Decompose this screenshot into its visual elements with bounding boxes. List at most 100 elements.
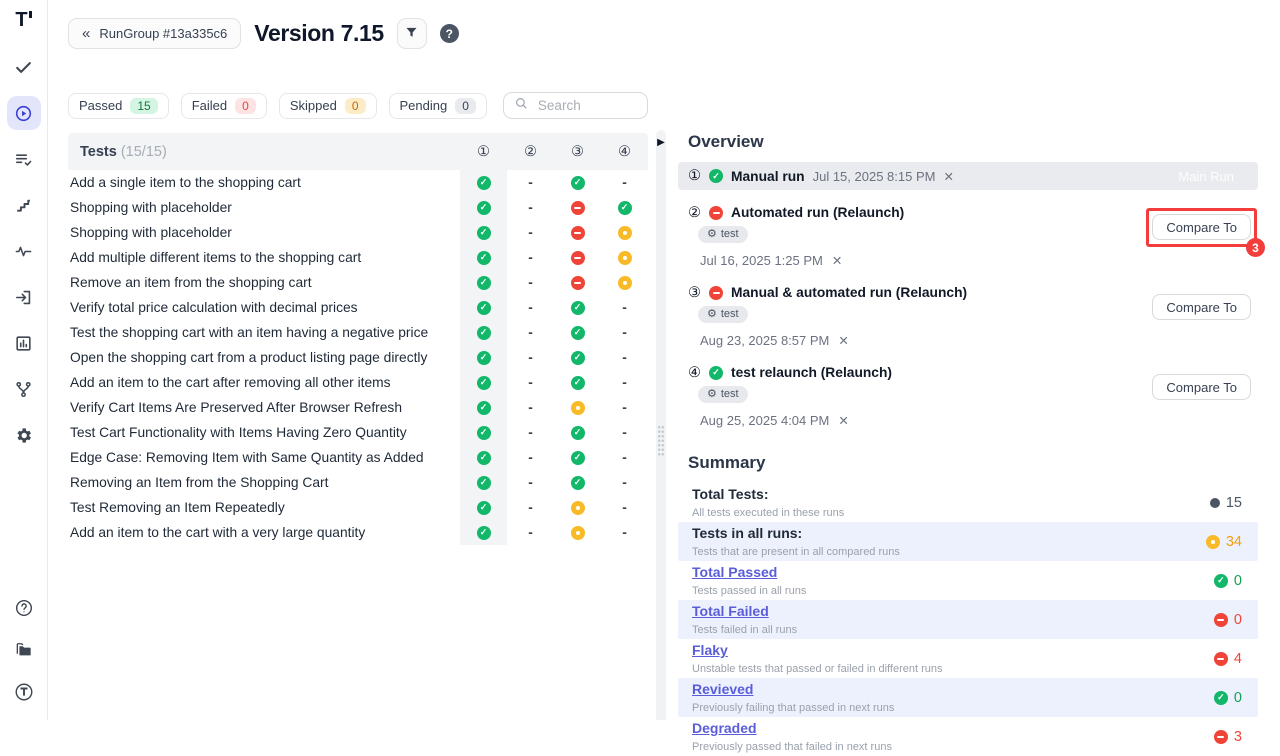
back-button[interactable]: « RunGroup #13a335c6: [68, 18, 241, 49]
status-none-dash: -: [528, 325, 533, 340]
status-cell: ✓: [554, 420, 601, 445]
sidebar-nav: [7, 50, 41, 452]
table-row[interactable]: Removing an Item from the Shopping Cart✓…: [68, 470, 648, 495]
filter-chip-skipped[interactable]: Skipped0: [279, 93, 377, 119]
sidebar-item-analytics[interactable]: [7, 326, 41, 360]
collapse-arrow-icon[interactable]: ▶: [657, 138, 665, 148]
status-failed-icon: [571, 251, 585, 265]
status-failed-icon: [571, 201, 585, 215]
table-row[interactable]: Shopping with placeholder✓-✓: [68, 195, 648, 220]
table-row[interactable]: Add an item to the cart after removing a…: [68, 370, 648, 395]
table-row[interactable]: Add an item to the cart with a very larg…: [68, 520, 648, 545]
table-row[interactable]: Add multiple different items to the shop…: [68, 245, 648, 270]
summary-label-degraded[interactable]: Degraded: [692, 720, 757, 736]
test-name: Add a single item to the shopping cart: [68, 170, 460, 195]
summary-desc: Tests failed in all runs: [692, 624, 1214, 636]
tests-counter: (15/15): [121, 144, 167, 160]
run-tag-chip: ⚙test: [698, 386, 748, 403]
search-input[interactable]: [536, 97, 637, 114]
remove-run-icon[interactable]: ✕: [838, 413, 848, 428]
status-passed-icon: ✓: [477, 476, 491, 490]
summary-row-total-passed: Total PassedTests passed in all runs✓0: [678, 561, 1258, 600]
app-logo[interactable]: T: [15, 10, 31, 30]
filter-chip-passed[interactable]: Passed15: [68, 93, 169, 119]
table-row[interactable]: Test the shopping cart with an item havi…: [68, 320, 648, 345]
status-cell: ✓: [460, 295, 507, 320]
table-row[interactable]: Verify Cart Items Are Preserved After Br…: [68, 395, 648, 420]
compare-to-button[interactable]: Compare To: [1152, 214, 1251, 240]
status-none-dash: -: [622, 375, 627, 390]
panel-divider[interactable]: ▶: [656, 130, 666, 720]
annotation-step-badge: 3: [1246, 238, 1265, 257]
compare-to-button[interactable]: Compare To: [1152, 374, 1251, 400]
pulse-icon: [14, 242, 33, 261]
status-cell: ✓: [460, 170, 507, 195]
summary-label-total-passed[interactable]: Total Passed: [692, 564, 777, 580]
brand-icon: [14, 682, 34, 702]
table-row[interactable]: Add a single item to the shopping cart✓-…: [68, 170, 648, 195]
sidebar-item-branches[interactable]: [7, 372, 41, 406]
gear-icon: ⚙: [707, 309, 717, 320]
run-item-1[interactable]: ①✓Manual runJul 15, 2025 8:15 PM✕Main Ru…: [678, 162, 1258, 190]
sidebar-item-report-list[interactable]: [7, 142, 41, 176]
summary-label-total-failed[interactable]: Total Failed: [692, 603, 769, 619]
sidebar-item-help[interactable]: [10, 594, 38, 622]
remove-run-icon[interactable]: ✕: [943, 169, 953, 184]
status-none-dash: -: [622, 475, 627, 490]
status-cell: -: [601, 320, 648, 345]
app-logo-tick: [29, 11, 32, 18]
sidebar-item-check[interactable]: [7, 50, 41, 84]
status-passed-icon: ✓: [571, 426, 585, 440]
status-none-dash: -: [528, 375, 533, 390]
sidebar-item-docs[interactable]: [10, 636, 38, 664]
sidebar-item-settings[interactable]: [7, 418, 41, 452]
status-failed-icon: [571, 226, 585, 240]
filter-chip-failed[interactable]: Failed0: [181, 93, 267, 119]
status-passed-icon: ✓: [618, 201, 632, 215]
remove-run-icon[interactable]: ✕: [832, 253, 842, 268]
summary-value: ✓0: [1214, 690, 1242, 706]
run-column-headers: ①②③④: [460, 144, 648, 160]
summary-label-flaky[interactable]: Flaky: [692, 642, 728, 658]
table-row[interactable]: Remove an item from the shopping cart✓-: [68, 270, 648, 295]
status-cell: [554, 245, 601, 270]
help-icon[interactable]: ?: [440, 24, 459, 43]
summary-row-total-tests: Total Tests:All tests executed in these …: [678, 483, 1258, 522]
filter-chip-pending[interactable]: Pending0: [389, 93, 487, 119]
run-date: Aug 25, 2025 4:04 PM: [700, 413, 829, 428]
status-none-dash: -: [622, 450, 627, 465]
overview-heading: Overview: [688, 132, 1258, 152]
test-name: Add an item to the cart with a very larg…: [68, 520, 460, 545]
sidebar-item-brand[interactable]: [10, 678, 38, 706]
summary-label-revieved[interactable]: Revieved: [692, 681, 753, 697]
table-row[interactable]: Edge Case: Removing Item with Same Quant…: [68, 445, 648, 470]
status-none-dash: -: [528, 475, 533, 490]
sidebar-item-pulse[interactable]: [7, 234, 41, 268]
table-row[interactable]: Test Cart Functionality with Items Havin…: [68, 420, 648, 445]
summary-count: 3: [1234, 729, 1242, 745]
table-row[interactable]: Open the shopping cart from a product li…: [68, 345, 648, 370]
sidebar-item-play-circle[interactable]: [7, 96, 41, 130]
status-cell: -: [601, 520, 648, 545]
filter-button[interactable]: [397, 18, 427, 49]
main-area: « RunGroup #13a335c6 Version 7.15 ? Pass…: [48, 0, 1280, 720]
status-passed-icon: ✓: [477, 401, 491, 415]
test-name: Add an item to the cart after removing a…: [68, 370, 460, 395]
report-list-icon: [14, 150, 33, 169]
main-run-badge: Main Run: [1178, 169, 1248, 184]
remove-run-icon[interactable]: ✕: [838, 333, 848, 348]
status-none-dash: -: [622, 325, 627, 340]
status-cell: -: [507, 220, 554, 245]
table-row[interactable]: Verify total price calculation with deci…: [68, 295, 648, 320]
status-none-dash: -: [528, 400, 533, 415]
run-tag-label: test: [721, 388, 739, 400]
table-row[interactable]: Shopping with placeholder✓-: [68, 220, 648, 245]
sidebar-item-import[interactable]: [7, 280, 41, 314]
sidebar-item-steps[interactable]: [7, 188, 41, 222]
status-cell: ✓: [554, 470, 601, 495]
drag-handle-icon[interactable]: [658, 425, 665, 457]
table-row[interactable]: Test Removing an Item Repeatedly✓--: [68, 495, 648, 520]
status-cell: -: [507, 445, 554, 470]
compare-to-button[interactable]: Compare To: [1152, 294, 1251, 320]
status-passed-icon: ✓: [477, 251, 491, 265]
